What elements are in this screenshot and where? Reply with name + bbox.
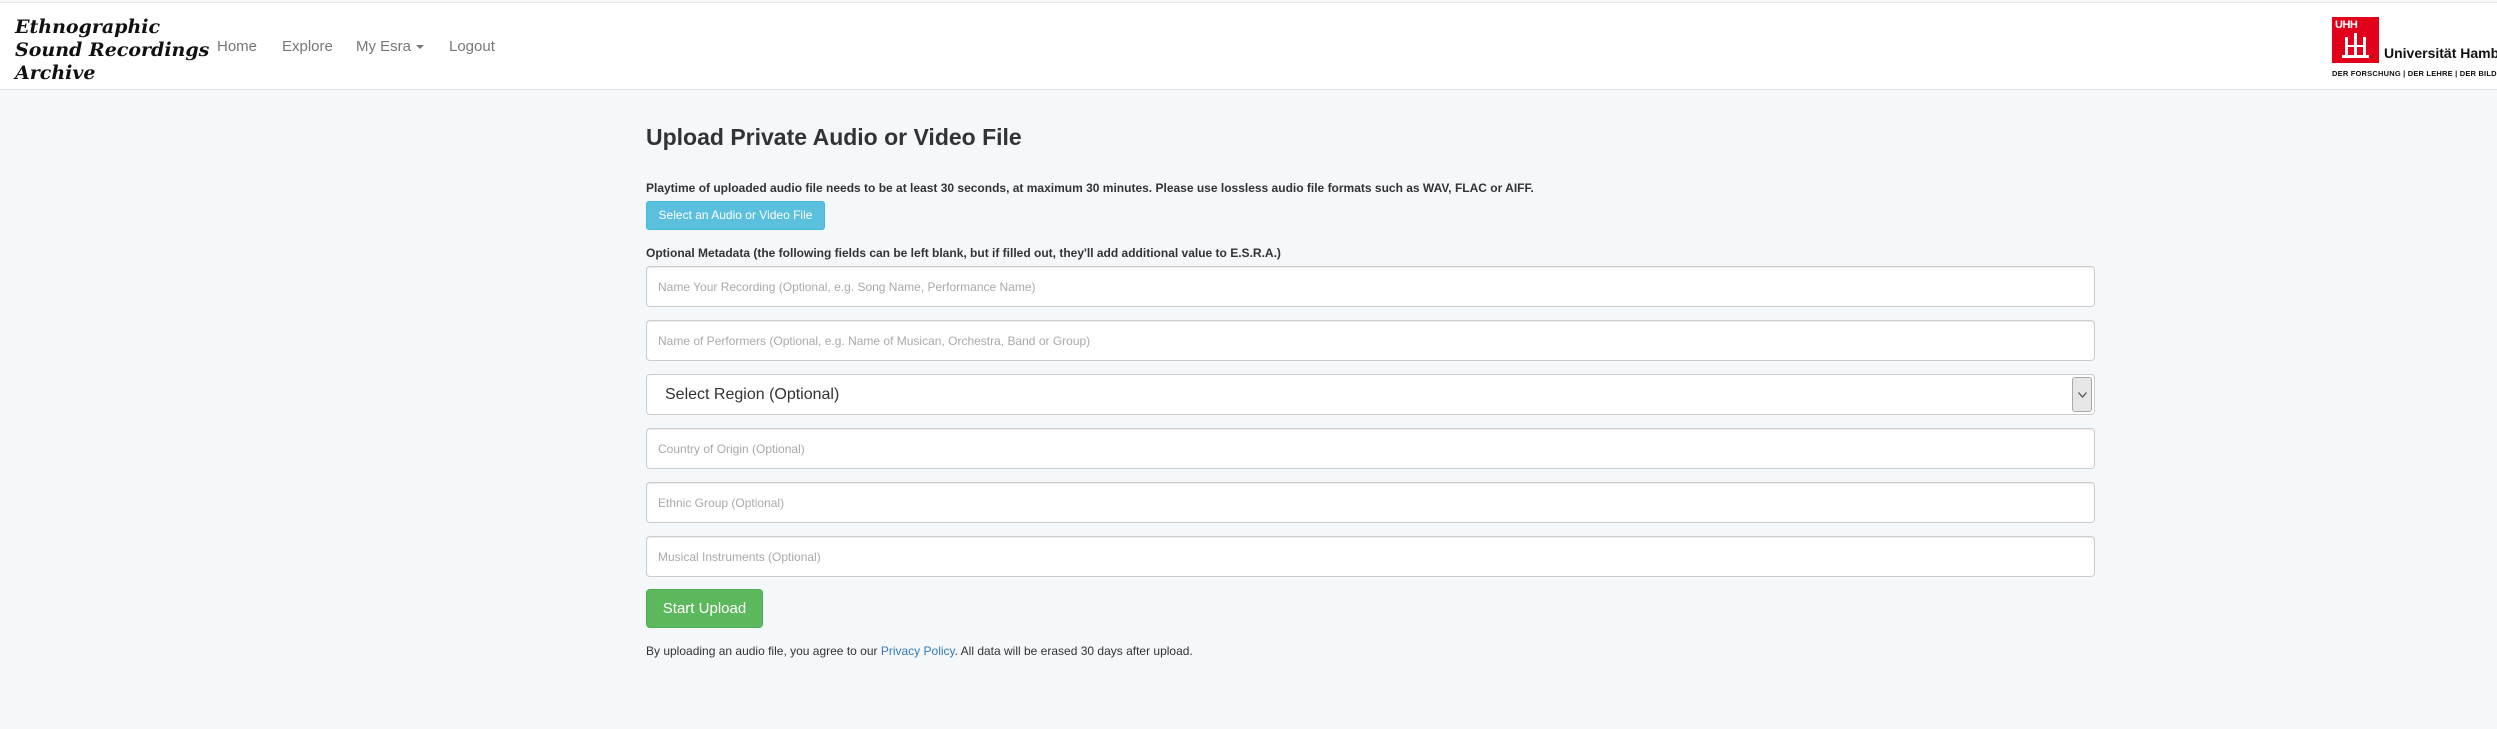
chevron-down-icon[interactable] xyxy=(2072,377,2092,412)
brand-line-2: Sound Recordings xyxy=(15,39,210,61)
country-of-origin-input[interactable] xyxy=(646,428,2095,469)
brand-line-3: Archive xyxy=(15,62,96,84)
university-name: Universität Hamburg xyxy=(2384,45,2497,61)
nav-logout-link[interactable]: Logout xyxy=(449,38,495,55)
nav-my-esra-dropdown[interactable]: My Esra xyxy=(356,38,425,55)
privacy-policy-link[interactable]: Privacy Policy xyxy=(881,644,955,658)
select-file-button[interactable]: Select an Audio or Video File xyxy=(646,201,825,230)
nav-my-esra-label: My Esra xyxy=(356,38,412,55)
playtime-note: Playtime of uploaded audio file needs to… xyxy=(646,181,1534,195)
brand-line-1: Ethnographic xyxy=(15,16,161,38)
optional-metadata-label: Optional Metadata (the following fields … xyxy=(646,246,1281,260)
page-title: Upload Private Audio or Video File xyxy=(646,124,1022,150)
upload-agreement-text: By uploading an audio file, you agree to… xyxy=(646,644,1193,658)
agreement-suffix: . All data will be erased 30 days after … xyxy=(954,644,1193,658)
university-tagline: DER FORSCHUNG | DER LEHRE | DER BILDUNG xyxy=(2332,69,2497,78)
ethnic-group-input[interactable] xyxy=(646,482,2095,523)
nav-home-link[interactable]: Home xyxy=(217,38,257,55)
top-navbar: Ethnographic Sound Recordings Archive Ho… xyxy=(0,2,2497,90)
musical-instruments-input[interactable] xyxy=(646,536,2095,577)
agreement-prefix: By uploading an audio file, you agree to… xyxy=(646,644,881,658)
region-select[interactable]: Select Region (Optional) xyxy=(646,374,2095,415)
uhh-emblem-icon: UHH xyxy=(2332,17,2379,63)
nav-explore-link[interactable]: Explore xyxy=(282,38,333,55)
recording-name-input[interactable] xyxy=(646,266,2095,307)
performers-input[interactable] xyxy=(646,320,2095,361)
caret-down-icon xyxy=(416,45,425,50)
site-brand[interactable]: Ethnographic Sound Recordings Archive xyxy=(15,16,209,85)
region-select-value: Select Region (Optional) xyxy=(665,386,840,403)
start-upload-button[interactable]: Start Upload xyxy=(646,589,763,628)
